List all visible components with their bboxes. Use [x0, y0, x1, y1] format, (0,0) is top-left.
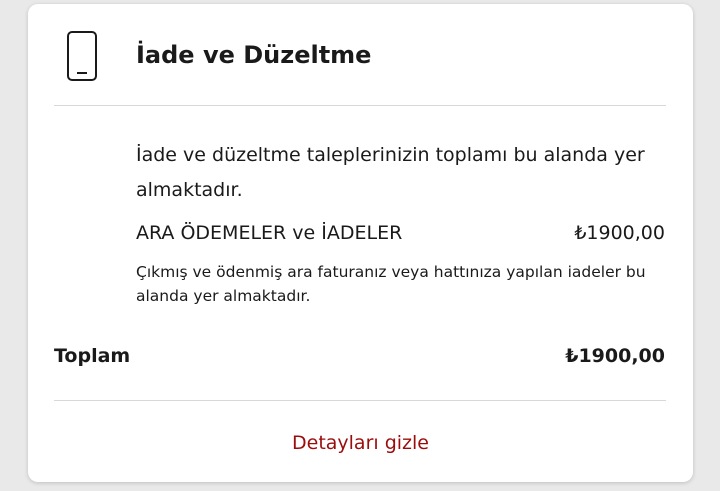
header-divider: [54, 105, 666, 106]
total-amount: ₺1900,00: [565, 345, 665, 367]
mobile-phone-icon: [67, 31, 97, 81]
card-header: İade ve Düzeltme: [28, 4, 693, 104]
total-divider: [54, 400, 666, 401]
card-description: İade ve düzeltme taleplerinizin toplamı …: [136, 144, 645, 201]
card-title: İade ve Düzeltme: [136, 41, 372, 69]
total-label: Toplam: [54, 345, 131, 367]
refund-adjustment-card: İade ve Düzeltme İade ve düzeltme talepl…: [28, 4, 693, 482]
line-item-amount: ₺1900,00: [574, 222, 665, 244]
line-item-label: ARA ÖDEMELER ve İADELER: [136, 222, 403, 244]
hide-details-link[interactable]: Detayları gizle: [28, 428, 693, 458]
line-item-note: Çıkmış ve ödenmiş ara faturanız veya hat…: [136, 263, 646, 305]
